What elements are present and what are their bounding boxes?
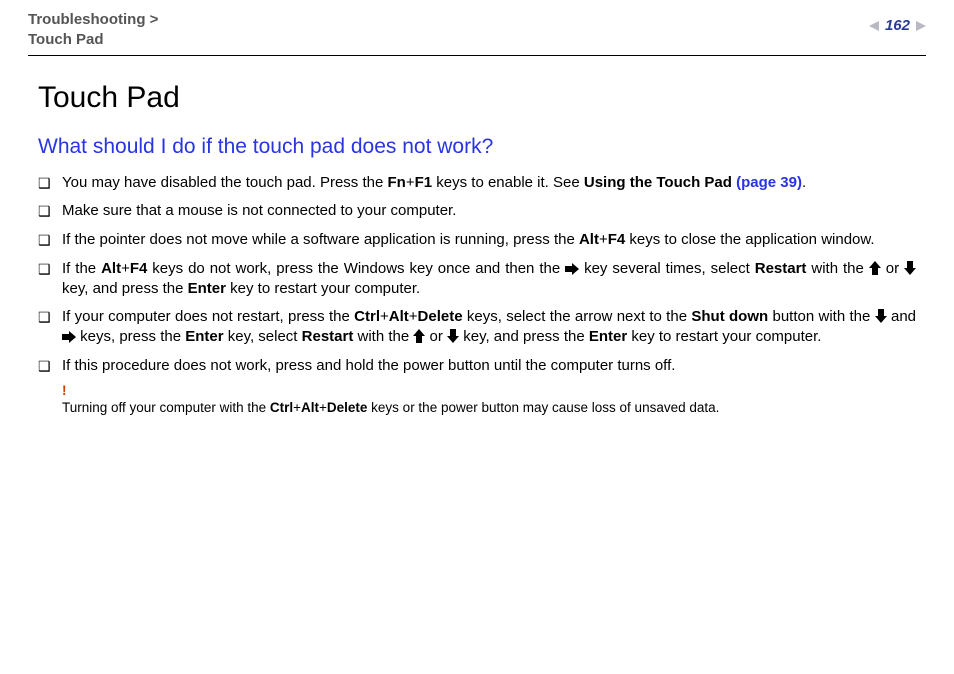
- breadcrumb-bottom: Touch Pad: [28, 31, 104, 48]
- arrow-down-icon: [904, 261, 916, 275]
- bullet-icon: ❑: [38, 307, 62, 328]
- page-header: Troubleshooting > Touch Pad 162: [28, 10, 926, 55]
- prev-page-icon[interactable]: [869, 21, 879, 31]
- bullet-text: If the pointer does not move while a sof…: [62, 230, 916, 250]
- warning-icon: !: [62, 384, 916, 399]
- bullet-icon: ❑: [38, 173, 62, 194]
- page-title: Touch Pad: [38, 78, 916, 119]
- arrow-down-icon: [875, 309, 887, 323]
- bullet-list: ❑ You may have disabled the touch pad. P…: [38, 173, 916, 376]
- arrow-up-icon: [413, 329, 425, 343]
- page-number: 162: [885, 16, 910, 36]
- bullet-text: If your computer does not restart, press…: [62, 307, 916, 348]
- breadcrumb: Troubleshooting > Touch Pad: [28, 10, 158, 49]
- bullet-icon: ❑: [38, 201, 62, 222]
- next-page-icon[interactable]: [916, 21, 926, 31]
- bullet-text: If this procedure does not work, press a…: [62, 356, 916, 376]
- page-link[interactable]: (page 39): [736, 174, 802, 191]
- section-question: What should I do if the touch pad does n…: [38, 133, 916, 161]
- arrow-right-icon: [565, 263, 579, 275]
- list-item: ❑ You may have disabled the touch pad. P…: [38, 173, 916, 194]
- breadcrumb-separator: >: [150, 11, 159, 28]
- list-item: ❑ If the Alt+F4 keys do not work, press …: [38, 259, 916, 300]
- arrow-right-icon: [62, 331, 76, 343]
- bullet-icon: ❑: [38, 259, 62, 280]
- content-area: Touch Pad What should I do if the touch …: [28, 56, 926, 417]
- list-item: ❑ If the pointer does not move while a s…: [38, 230, 916, 251]
- arrow-up-icon: [869, 261, 881, 275]
- list-item: ❑ If this procedure does not work, press…: [38, 356, 916, 377]
- bullet-icon: ❑: [38, 230, 62, 251]
- arrow-down-icon: [447, 329, 459, 343]
- list-item: ❑ If your computer does not restart, pre…: [38, 307, 916, 348]
- warning-note: ! Turning off your computer with the Ctr…: [62, 384, 916, 417]
- bullet-icon: ❑: [38, 356, 62, 377]
- bullet-text: You may have disabled the touch pad. Pre…: [62, 173, 916, 193]
- bullet-text: Make sure that a mouse is not connected …: [62, 201, 916, 221]
- page-number-nav: 162: [869, 10, 926, 36]
- breadcrumb-top: Troubleshooting: [28, 11, 146, 28]
- list-item: ❑ Make sure that a mouse is not connecte…: [38, 201, 916, 222]
- bullet-text: If the Alt+F4 keys do not work, press th…: [62, 259, 916, 300]
